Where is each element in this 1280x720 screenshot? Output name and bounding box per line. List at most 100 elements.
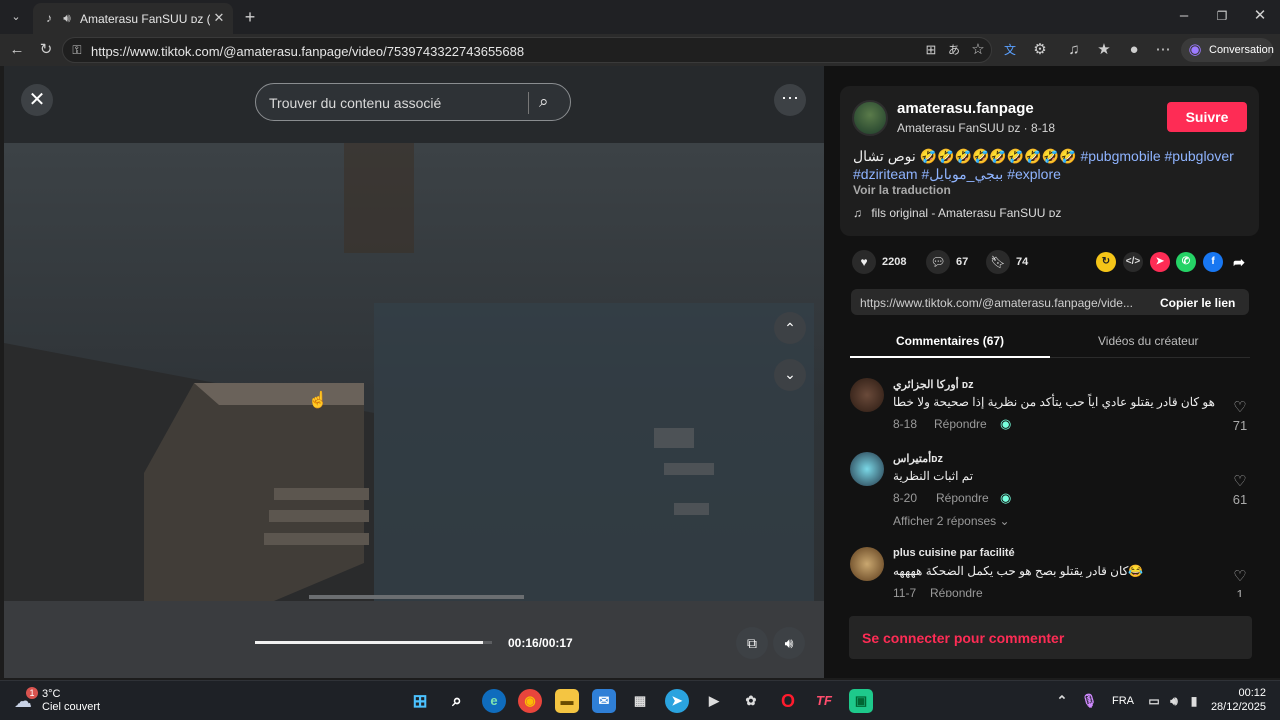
picture-in-picture-button[interactable]: ⧉ bbox=[736, 627, 768, 659]
embed-code-icon[interactable]: </> bbox=[1123, 252, 1143, 272]
telegram-icon[interactable]: ➤ bbox=[665, 689, 689, 713]
tiktok-favicon-icon: ♪ bbox=[46, 11, 52, 25]
media-player-icon[interactable]: ▶ bbox=[702, 689, 726, 713]
reply-button[interactable]: Répondre bbox=[930, 586, 983, 597]
search-icon[interactable]: ⌕ bbox=[539, 92, 549, 112]
battery-icon[interactable]: ▮ bbox=[1182, 689, 1206, 713]
conversation-button[interactable]: ◉ Conversation bbox=[1181, 38, 1274, 62]
favorites-icon[interactable]: ★ bbox=[1094, 40, 1114, 60]
creator-avatar[interactable] bbox=[852, 100, 888, 136]
copy-link-button[interactable]: Copier le lien bbox=[1160, 296, 1235, 310]
save-count: 74 bbox=[1016, 256, 1029, 268]
login-to-comment-link[interactable]: Se connecter pour commenter bbox=[862, 630, 1064, 646]
windows-start-icon[interactable]: ⊞ bbox=[408, 689, 432, 713]
tab-creator-videos[interactable]: Vidéos du créateur bbox=[1098, 334, 1199, 348]
volume-button[interactable]: 🔊︎ bbox=[773, 627, 805, 659]
minimize-icon[interactable]: – bbox=[1174, 6, 1194, 26]
login-to-comment-bar[interactable]: Se connecter pour commenter bbox=[849, 616, 1252, 659]
comment-author[interactable]: أمتيراسᴅᴢ bbox=[893, 452, 943, 465]
keyboard-language[interactable]: FRA bbox=[1112, 695, 1134, 707]
browser-tab[interactable]: ♪ 🔊︎ Amaterasu FanSUU ᴅᴢ (@ama ✕ bbox=[33, 3, 233, 34]
video-progress-bar[interactable] bbox=[255, 641, 492, 644]
refresh-icon[interactable]: ↻ bbox=[36, 40, 56, 60]
send-to-friend-icon[interactable]: ➤ bbox=[1150, 252, 1170, 272]
microphone-icon[interactable]: 🎙︎ bbox=[1077, 689, 1101, 713]
url-field[interactable]: ⚿ https://www.tiktok.com/@amaterasu.fanp… bbox=[62, 37, 992, 63]
maximize-icon[interactable]: ❐ bbox=[1212, 6, 1232, 26]
creator-username[interactable]: amaterasu.fanpage bbox=[897, 100, 1034, 117]
translator-extension-icon[interactable]: 文 bbox=[1000, 40, 1020, 60]
app-grid-icon[interactable]: ⊞ bbox=[921, 40, 941, 60]
calculator-icon[interactable]: ▦ bbox=[628, 689, 652, 713]
mail-icon[interactable]: ✉ bbox=[592, 689, 616, 713]
hashtag-link[interactable]: #pubglover bbox=[1165, 148, 1234, 164]
previous-video-button[interactable]: ⌃ bbox=[774, 312, 806, 344]
comment-date: 8-20 bbox=[893, 491, 918, 505]
comment-avatar[interactable] bbox=[850, 378, 884, 412]
chrome-icon[interactable]: ◉ bbox=[518, 689, 542, 713]
comment-like-heart-icon[interactable]: ♡ bbox=[1228, 567, 1252, 585]
file-explorer-icon[interactable]: ▬ bbox=[555, 689, 579, 713]
next-video-button[interactable]: ⌄ bbox=[774, 359, 806, 391]
favorite-star-icon[interactable]: ☆ bbox=[968, 40, 988, 60]
video-frame bbox=[4, 143, 824, 601]
comment-like-heart-icon[interactable]: ♡ bbox=[1228, 398, 1252, 416]
reply-button[interactable]: Répondre bbox=[936, 491, 989, 505]
sync-app-icon[interactable]: ✿ bbox=[739, 689, 763, 713]
profile-icon[interactable]: ● bbox=[1124, 40, 1144, 60]
comment-author[interactable]: أوركا الجزائري ᴅᴢ bbox=[893, 378, 974, 391]
facebook-icon[interactable]: f bbox=[1203, 252, 1223, 272]
tf-app-icon[interactable]: TF bbox=[812, 689, 836, 713]
like-heart-icon[interactable]: ♥ bbox=[852, 250, 876, 274]
windows-taskbar: ☁ 1 3°C Ciel couvert ⊞ ⌕ e ◉ ▬ ✉ ▦ ➤ ▶ ✿… bbox=[0, 680, 1280, 720]
reply-button[interactable]: Répondre bbox=[934, 417, 987, 431]
edge-browser-icon[interactable]: e bbox=[482, 689, 506, 713]
site-info-icon[interactable]: ⚿ bbox=[67, 40, 87, 60]
tab-title: Amaterasu FanSUU ᴅᴢ (@ama bbox=[80, 12, 210, 26]
media-icon[interactable]: ♫ bbox=[1064, 40, 1084, 60]
more-options-button[interactable]: ⋯ bbox=[774, 84, 806, 116]
comment-bubble-icon[interactable]: 💬︎ bbox=[926, 250, 950, 274]
opera-icon[interactable]: O bbox=[776, 689, 800, 713]
bookmark-icon[interactable]: 🔖︎ bbox=[986, 250, 1010, 274]
chat-app-icon[interactable]: ▣ bbox=[849, 689, 873, 713]
tab-comments[interactable]: Commentaires (67) bbox=[896, 334, 1004, 348]
hashtag-link[interactable]: #explore bbox=[1007, 166, 1061, 182]
clock-date: 28/12/2025 bbox=[1210, 701, 1266, 713]
share-arrow-icon[interactable]: ➦ bbox=[1229, 252, 1249, 272]
comment-avatar[interactable] bbox=[850, 452, 884, 486]
comment-like-count: 71 bbox=[1232, 418, 1248, 433]
close-tab-icon[interactable]: ✕ bbox=[209, 8, 229, 28]
share-link-text[interactable]: https://www.tiktok.com/@amaterasu.fanpag… bbox=[860, 296, 1145, 310]
comment-like-heart-icon[interactable]: ♡ bbox=[1228, 472, 1252, 490]
chevron-down-icon: ⌄ bbox=[999, 514, 1010, 528]
back-icon[interactable]: ← bbox=[7, 40, 27, 60]
comment-date: 8-18 bbox=[893, 417, 918, 431]
comment-author[interactable]: plus cuisine par facilité bbox=[893, 547, 1015, 559]
new-tab-icon[interactable]: + bbox=[240, 7, 260, 27]
video-player[interactable]: ✕ Trouver du contenu associé ⌕ ⋯ ⌃ ⌄ ☝ 0… bbox=[4, 66, 824, 678]
tab-menu-chevron-icon[interactable]: ⌄ bbox=[6, 7, 26, 27]
repost-icon[interactable]: ↻ bbox=[1096, 252, 1116, 272]
comment-item: plus cuisine par facilité كان قادر يقتلو… bbox=[850, 547, 1260, 597]
hashtag-link[interactable]: #dziriteam bbox=[853, 166, 918, 182]
hashtag-link[interactable]: #ببجي_موبايل bbox=[921, 166, 1003, 182]
translate-icon[interactable]: あ bbox=[944, 40, 964, 60]
show-replies-button[interactable]: Afficher 2 réponses ⌄ bbox=[893, 514, 1010, 528]
extensions-icon[interactable]: ⚙ bbox=[1030, 40, 1050, 60]
tray-chevron-up-icon[interactable]: ⌃ bbox=[1050, 689, 1074, 713]
system-clock[interactable]: 00:12 28/12/2025 bbox=[1208, 687, 1266, 713]
related-search-box[interactable]: Trouver du contenu associé ⌕ bbox=[255, 83, 571, 121]
see-translation-link[interactable]: Voir la traduction bbox=[853, 183, 951, 197]
close-window-icon[interactable]: ✕ bbox=[1250, 6, 1270, 26]
follow-button[interactable]: Suivre bbox=[1167, 102, 1247, 132]
more-menu-icon[interactable]: ⋯ bbox=[1153, 40, 1173, 60]
speaker-icon[interactable]: 🔊︎ bbox=[57, 8, 77, 28]
whatsapp-icon[interactable]: ✆ bbox=[1176, 252, 1196, 272]
comment-avatar[interactable] bbox=[850, 547, 884, 581]
creator-subline: Amaterasu FanSUU ᴅᴢ · 8-18 bbox=[897, 121, 1055, 135]
music-link[interactable]: ♫ fils original - Amaterasu FanSUU ᴅᴢ bbox=[853, 206, 1061, 220]
search-icon[interactable]: ⌕ bbox=[445, 689, 469, 713]
close-video-button[interactable]: ✕ bbox=[21, 84, 53, 116]
hashtag-link[interactable]: #pubgmobile bbox=[1080, 148, 1160, 164]
